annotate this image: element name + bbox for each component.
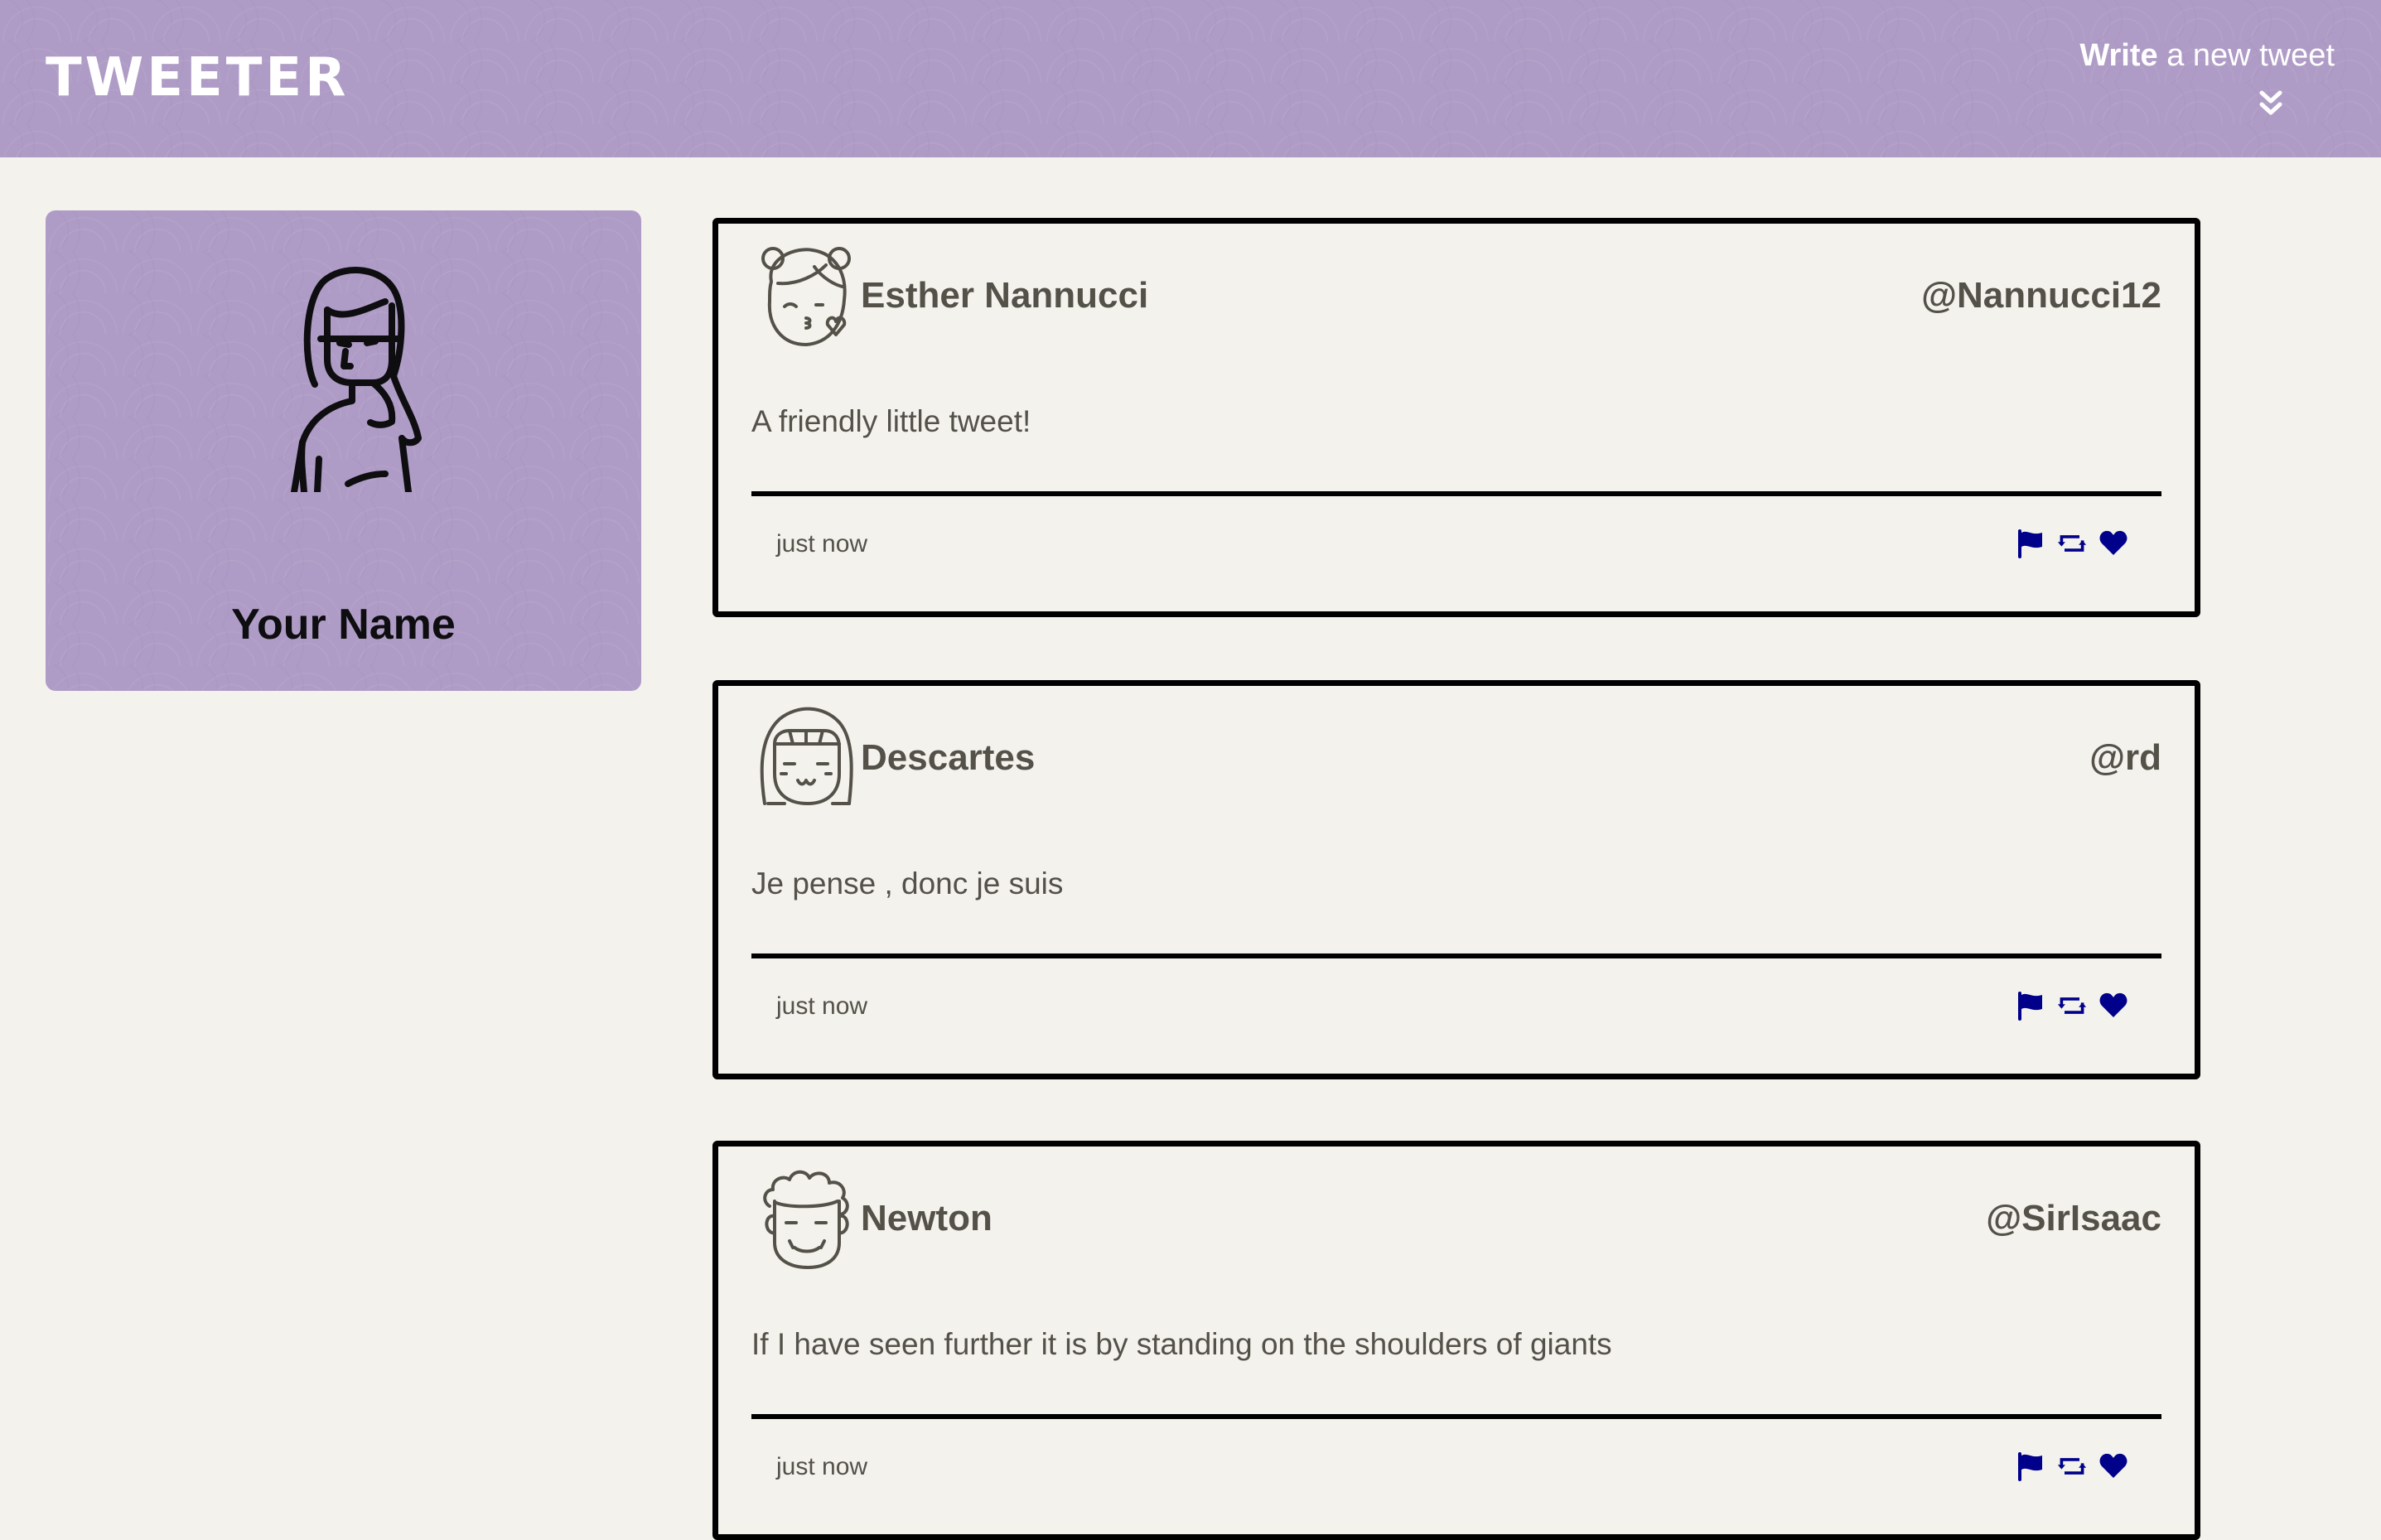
tweet-timestamp: just now: [776, 992, 868, 1020]
flag-icon[interactable]: [2016, 529, 2045, 558]
profile-card: Your Name: [46, 210, 641, 691]
tweet-divider: [751, 491, 2161, 496]
top-nav: TWEETER Write a new tweet: [0, 0, 2381, 157]
heart-icon[interactable]: [2098, 991, 2128, 1021]
flag-icon[interactable]: [2016, 991, 2045, 1021]
tweet-actions: [2016, 989, 2128, 1022]
profile-name: Your Name: [231, 601, 456, 649]
curly-hair-avatar-icon: [763, 1170, 849, 1269]
compose-label-bold: Write: [2079, 38, 2158, 73]
tweet-card: Esther Nannucci @Nannucci12 A friendly l…: [712, 218, 2200, 617]
tweet-timestamp: just now: [776, 530, 868, 558]
tweet-author-name: Esther Nannucci: [861, 275, 1149, 316]
brand-logo[interactable]: TWEETER: [46, 51, 349, 104]
tweet-divider: [751, 953, 2161, 958]
retweet-icon[interactable]: [2057, 991, 2087, 1021]
heart-icon[interactable]: [2098, 529, 2128, 558]
tweet-text: A friendly little tweet!: [751, 404, 1031, 438]
tweet-author-handle[interactable]: @Nannucci12: [1921, 275, 2161, 316]
write-tweet-toggle[interactable]: Write a new tweet: [2069, 38, 2335, 115]
retweet-icon[interactable]: [2057, 529, 2087, 558]
tweet-actions: [2016, 527, 2128, 560]
flag-icon[interactable]: [2016, 1451, 2045, 1481]
tweet-author-handle[interactable]: @rd: [2089, 737, 2161, 779]
compose-label-rest: a new tweet: [2157, 38, 2335, 73]
tweet-author-name: Descartes: [861, 737, 1036, 778]
tweet-author-handle[interactable]: @SirIsaac: [1986, 1198, 2161, 1239]
bangs-smile-avatar-icon: [760, 707, 853, 805]
double-chevron-down-icon[interactable]: [2258, 89, 2283, 118]
retweet-icon[interactable]: [2057, 1451, 2087, 1481]
tweet-card: Newton @SirIsaac If I have seen further …: [712, 1141, 2200, 1540]
heart-icon[interactable]: [2098, 1451, 2128, 1481]
tweet-timestamp: just now: [776, 1453, 868, 1480]
tweet-text: Je pense , donc je suis: [751, 867, 1064, 900]
girl-kiss-avatar-icon: [761, 247, 851, 346]
tweet-divider: [751, 1414, 2161, 1419]
tweet-card: Descartes @rd Je pense , donc je suis ju…: [712, 680, 2200, 1079]
user-avatar-icon: [291, 267, 422, 492]
tweet-text: If I have seen further it is by standing…: [751, 1327, 1612, 1361]
tweet-actions: [2016, 1450, 2128, 1483]
tweet-author-name: Newton: [861, 1198, 992, 1238]
